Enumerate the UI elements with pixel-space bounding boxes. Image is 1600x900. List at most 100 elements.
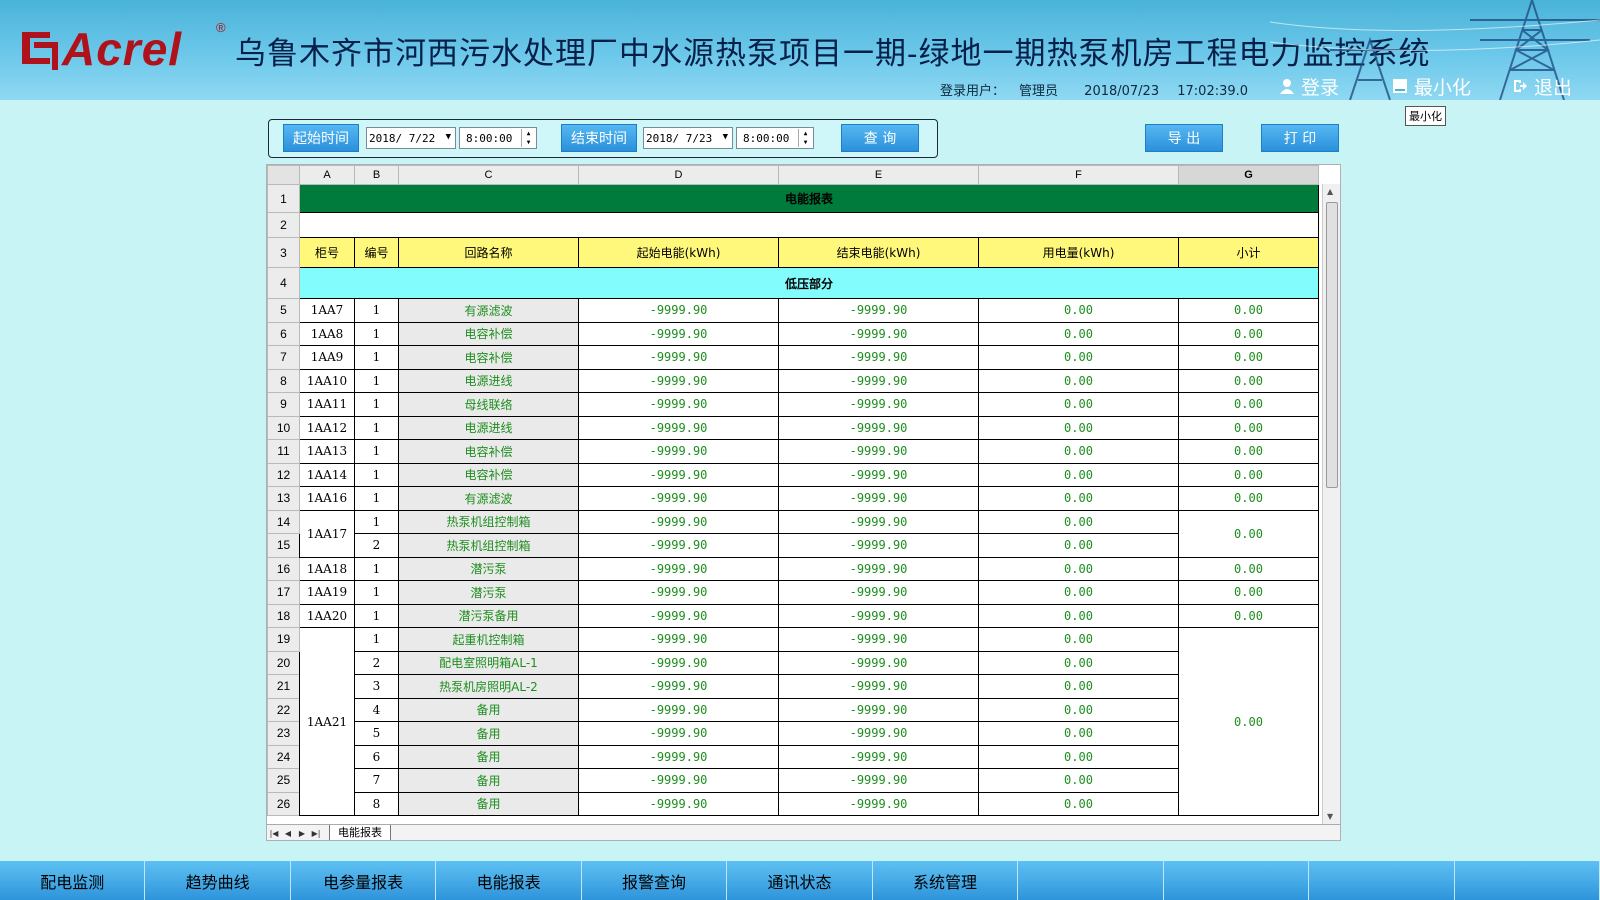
circuit-name-cell[interactable]: 备用 (398, 697, 579, 722)
login-button[interactable]: 登录 (1279, 74, 1339, 99)
circuit-number-cell[interactable]: 1 (354, 509, 399, 534)
end-energy-cell[interactable]: -9999.90 (778, 439, 979, 464)
energy-used-cell[interactable]: 0.00 (978, 486, 1179, 511)
nav-item-2[interactable]: 趋势曲线 (145, 861, 291, 900)
start-energy-cell[interactable]: -9999.90 (578, 721, 779, 746)
subtotal-cell[interactable]: 0.00 (1178, 603, 1319, 628)
row-header[interactable]: 13 (267, 486, 300, 511)
row-header[interactable]: 12 (267, 462, 300, 487)
row-header[interactable]: 5 (267, 298, 300, 323)
column-title[interactable]: 用电量(kWh) (978, 237, 1179, 268)
circuit-number-cell[interactable]: 1 (354, 462, 399, 487)
cabinet-number-cell[interactable]: 1AA14 (299, 462, 355, 487)
energy-used-cell[interactable]: 0.00 (978, 650, 1179, 675)
subtotal-cell[interactable]: 0.00 (1178, 486, 1319, 511)
end-energy-cell[interactable]: -9999.90 (778, 321, 979, 346)
start-energy-cell[interactable]: -9999.90 (578, 486, 779, 511)
column-header-b[interactable]: B (354, 165, 399, 185)
row-header[interactable]: 10 (267, 415, 300, 440)
print-button[interactable]: 打 印 (1261, 124, 1339, 152)
circuit-name-cell[interactable]: 备用 (398, 744, 579, 769)
energy-used-cell[interactable]: 0.00 (978, 603, 1179, 628)
column-header-e[interactable]: E (778, 165, 979, 185)
circuit-name-cell[interactable]: 电容补偿 (398, 439, 579, 464)
row-header[interactable]: 4 (267, 267, 300, 299)
subtotal-cell[interactable]: 0.00 (1178, 627, 1319, 816)
row-header[interactable]: 19 (267, 627, 300, 652)
row-header[interactable]: 26 (267, 791, 300, 816)
start-energy-cell[interactable]: -9999.90 (578, 674, 779, 699)
circuit-number-cell[interactable]: 1 (354, 392, 399, 417)
end-energy-cell[interactable]: -9999.90 (778, 791, 979, 816)
subtotal-cell[interactable]: 0.00 (1178, 345, 1319, 370)
blank-cell[interactable] (299, 212, 1319, 238)
row-header[interactable]: 15 (267, 533, 300, 558)
minimize-button[interactable]: 最小化 (1392, 74, 1471, 99)
column-title[interactable]: 回路名称 (398, 237, 579, 268)
start-energy-cell[interactable]: -9999.90 (578, 392, 779, 417)
nav-item-11[interactable] (1455, 861, 1600, 900)
start-energy-cell[interactable]: -9999.90 (578, 368, 779, 393)
circuit-number-cell[interactable]: 1 (354, 603, 399, 628)
end-date-select[interactable]: 2018/ 7/23 ▼ (643, 127, 733, 149)
row-header[interactable]: 1 (267, 184, 300, 213)
end-time-input[interactable]: 8:00:00 ▲ ▼ (736, 127, 814, 149)
circuit-number-cell[interactable]: 2 (354, 533, 399, 558)
first-sheet-icon[interactable]: |◀ (267, 829, 281, 838)
circuit-name-cell[interactable]: 配电室照明箱AL-1 (398, 650, 579, 675)
scroll-down-icon[interactable]: ▼ (1327, 812, 1333, 821)
column-header-d[interactable]: D (578, 165, 779, 185)
start-time-button[interactable]: 起始时间 (283, 124, 359, 152)
energy-used-cell[interactable]: 0.00 (978, 368, 1179, 393)
energy-report-sheet[interactable]: A B C D E F G 1 电能报表 2 3 柜号 编号 回路名称 起始电能(kWh) 结束电能(kWh)… (266, 164, 1341, 841)
circuit-name-cell[interactable]: 有源滤波 (398, 298, 579, 323)
end-energy-cell[interactable]: -9999.90 (778, 415, 979, 440)
row-header[interactable]: 3 (267, 237, 300, 268)
circuit-number-cell[interactable]: 1 (354, 368, 399, 393)
start-energy-cell[interactable]: -9999.90 (578, 321, 779, 346)
cabinet-number-cell[interactable]: 1AA7 (299, 298, 355, 323)
circuit-number-cell[interactable]: 1 (354, 321, 399, 346)
energy-used-cell[interactable]: 0.00 (978, 768, 1179, 793)
circuit-name-cell[interactable]: 母线联络 (398, 392, 579, 417)
end-energy-cell[interactable]: -9999.90 (778, 509, 979, 534)
start-time-input[interactable]: 8:00:00 ▲ ▼ (459, 127, 537, 149)
start-date-select[interactable]: 2018/ 7/22 ▼ (366, 127, 456, 149)
column-header-c[interactable]: C (398, 165, 579, 185)
circuit-number-cell[interactable]: 1 (354, 627, 399, 652)
cabinet-number-cell[interactable]: 1AA16 (299, 486, 355, 511)
cabinet-number-cell[interactable]: 1AA9 (299, 345, 355, 370)
scroll-thumb[interactable] (1326, 202, 1338, 488)
row-header[interactable]: 17 (267, 580, 300, 605)
cabinet-number-cell[interactable]: 1AA11 (299, 392, 355, 417)
energy-used-cell[interactable]: 0.00 (978, 345, 1179, 370)
end-time-button[interactable]: 结束时间 (561, 124, 637, 152)
column-title[interactable]: 小计 (1178, 237, 1319, 268)
circuit-name-cell[interactable]: 电源进线 (398, 415, 579, 440)
end-energy-cell[interactable]: -9999.90 (778, 603, 979, 628)
subtotal-cell[interactable]: 0.00 (1178, 439, 1319, 464)
subtotal-cell[interactable]: 0.00 (1178, 415, 1319, 440)
circuit-name-cell[interactable]: 备用 (398, 721, 579, 746)
end-energy-cell[interactable]: -9999.90 (778, 462, 979, 487)
subtotal-cell[interactable]: 0.00 (1178, 580, 1319, 605)
start-energy-cell[interactable]: -9999.90 (578, 627, 779, 652)
energy-used-cell[interactable]: 0.00 (978, 791, 1179, 816)
column-header-a[interactable]: A (299, 165, 355, 185)
nav-item-5[interactable]: 报警查询 (582, 861, 728, 900)
row-header[interactable]: 22 (267, 697, 300, 722)
end-energy-cell[interactable]: -9999.90 (778, 368, 979, 393)
cabinet-number-cell[interactable]: 1AA8 (299, 321, 355, 346)
end-energy-cell[interactable]: -9999.90 (778, 627, 979, 652)
circuit-name-cell[interactable]: 潜污泵 (398, 580, 579, 605)
end-energy-cell[interactable]: -9999.90 (778, 650, 979, 675)
end-energy-cell[interactable]: -9999.90 (778, 298, 979, 323)
start-energy-cell[interactable]: -9999.90 (578, 462, 779, 487)
circuit-name-cell[interactable]: 热泵机房照明AL-2 (398, 674, 579, 699)
circuit-number-cell[interactable]: 1 (354, 486, 399, 511)
circuit-number-cell[interactable]: 3 (354, 674, 399, 699)
row-header[interactable]: 11 (267, 439, 300, 464)
start-energy-cell[interactable]: -9999.90 (578, 533, 779, 558)
energy-used-cell[interactable]: 0.00 (978, 533, 1179, 558)
nav-item-1[interactable]: 配电监测 (0, 861, 146, 900)
